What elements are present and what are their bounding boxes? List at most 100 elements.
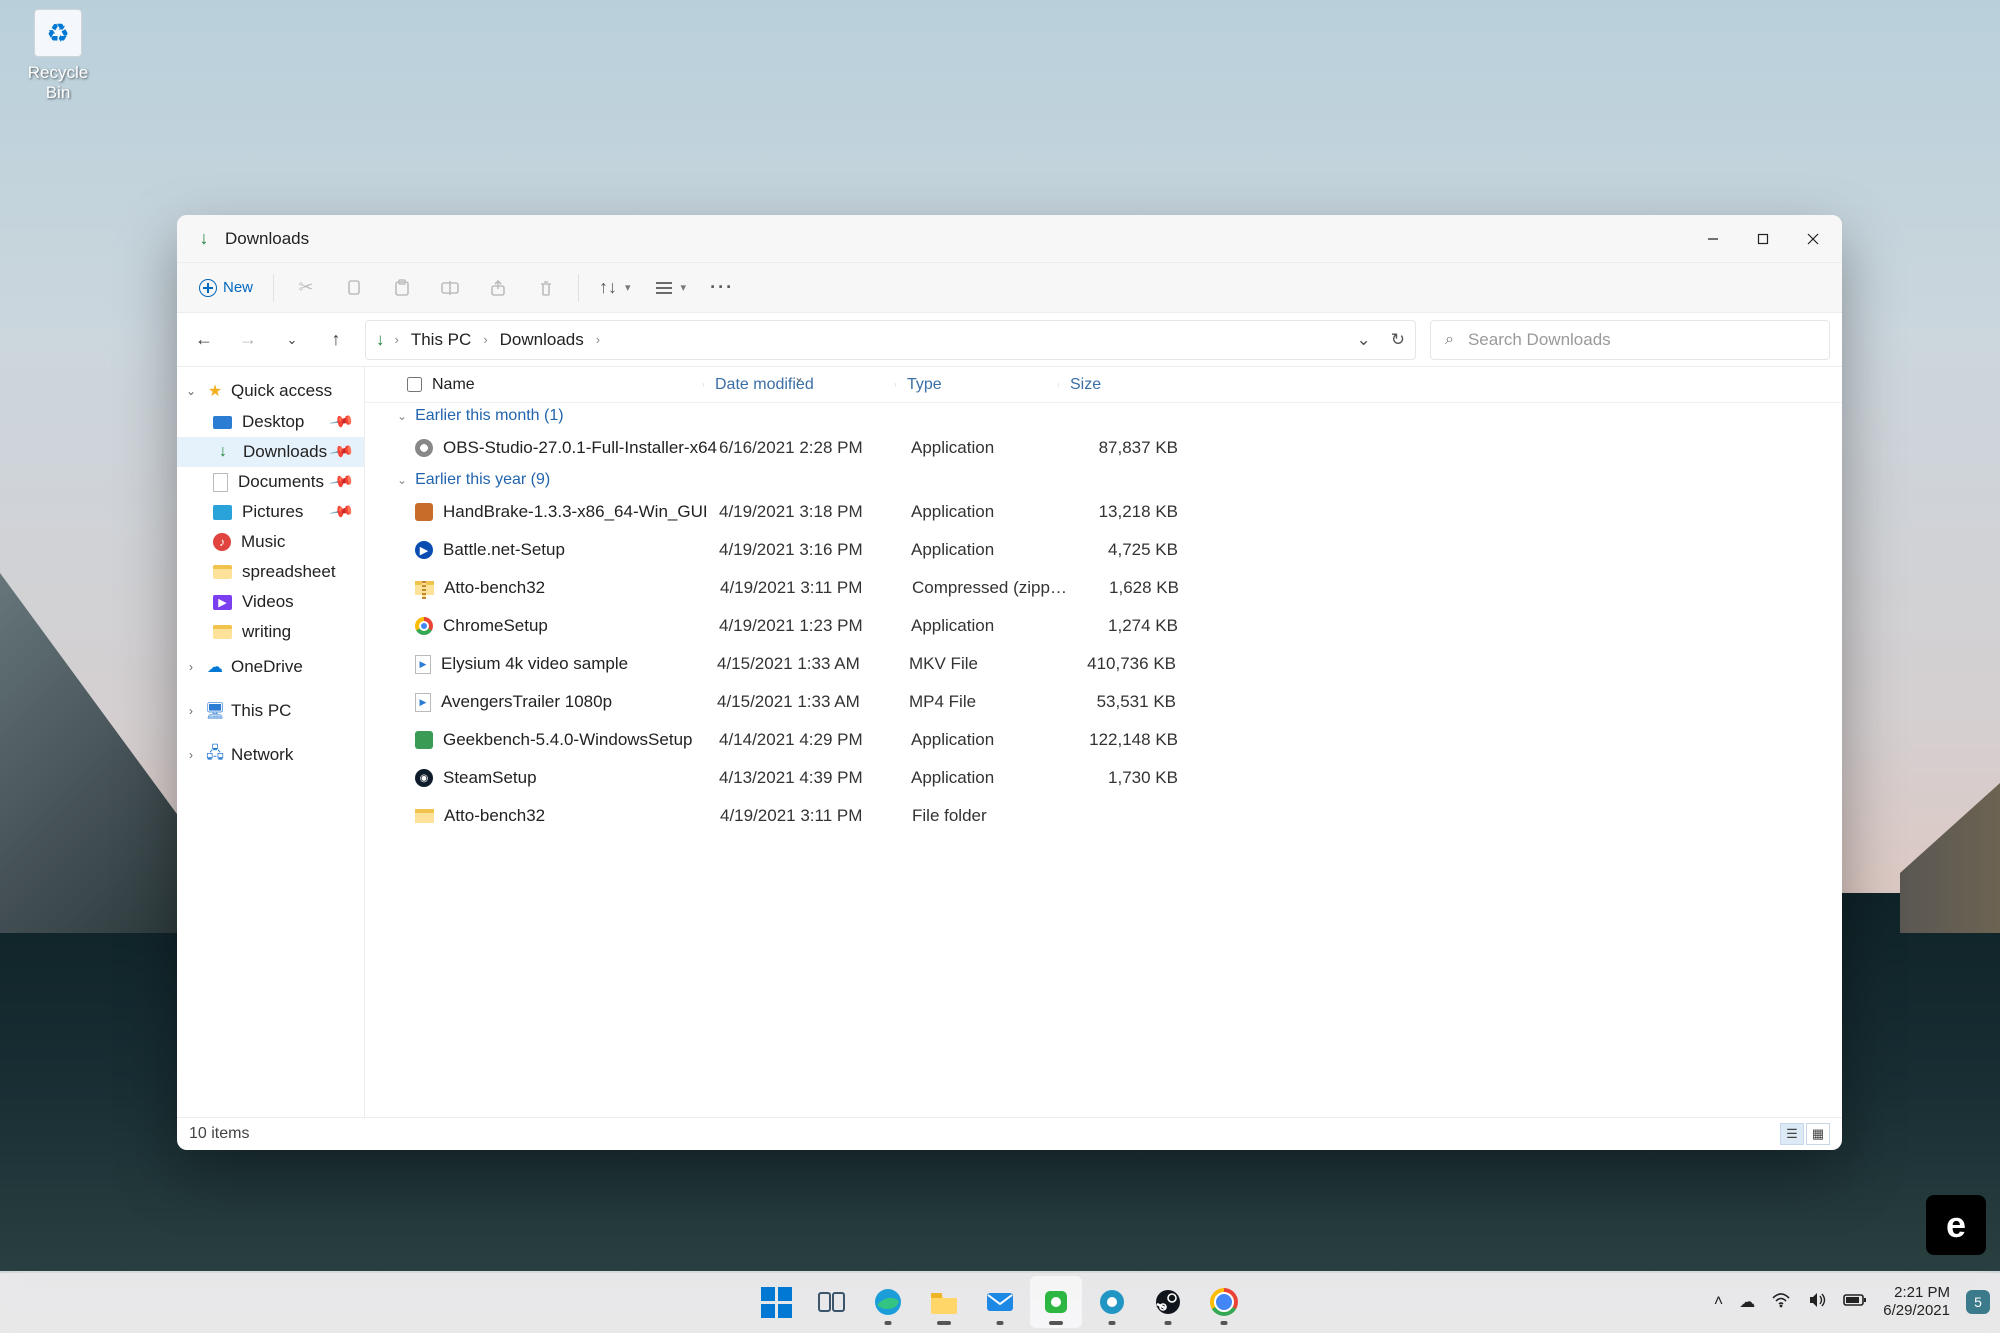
sidebar-item-music[interactable]: ♪Music <box>177 527 364 557</box>
sidebar-item-writing[interactable]: writing <box>177 617 364 647</box>
taskbar-clock[interactable]: 2:21 PM 6/29/2021 <box>1883 1284 1950 1320</box>
view-button[interactable]: ▾ <box>645 269 697 307</box>
file-name: Battle.net-Setup <box>443 540 719 560</box>
notification-center-button[interactable]: 5 <box>1966 1290 1990 1314</box>
file-row[interactable]: ◉SteamSetup4/13/2021 4:39 PMApplication1… <box>365 759 1842 797</box>
rename-button[interactable] <box>428 269 472 307</box>
sort-button[interactable]: ↑↓▾ <box>589 269 641 307</box>
sidebar-this-pc[interactable]: › 🖥 This PC <box>177 695 364 727</box>
column-date[interactable]: ⌄ Date modified <box>703 376 895 394</box>
file-row[interactable]: Atto-bench324/19/2021 3:11 PMCompressed … <box>365 569 1842 607</box>
file-type: Application <box>911 730 1074 750</box>
steam-button[interactable] <box>1142 1276 1194 1328</box>
volume-tray-icon[interactable] <box>1807 1291 1827 1314</box>
sidebar-item-videos[interactable]: ▶Videos <box>177 587 364 617</box>
pc-icon: 🖥 <box>205 701 225 721</box>
downloads-icon: ↓ <box>376 330 385 350</box>
wifi-tray-icon[interactable] <box>1771 1292 1791 1313</box>
delete-button[interactable] <box>524 269 568 307</box>
file-row[interactable]: AvengersTrailer 1080p4/15/2021 1:33 AMMP… <box>365 683 1842 721</box>
maximize-button[interactable] <box>1738 216 1788 262</box>
recent-locations-button[interactable]: ⌄ <box>277 325 307 355</box>
sidebar-item-pictures[interactable]: Pictures📌 <box>177 497 364 527</box>
file-row[interactable]: OBS-Studio-27.0.1-Full-Installer-x646/16… <box>365 429 1842 467</box>
chrome-button[interactable] <box>1198 1276 1250 1328</box>
app-tools-button[interactable] <box>1086 1276 1138 1328</box>
file-name: Geekbench-5.4.0-WindowsSetup <box>443 730 719 750</box>
file-date: 4/19/2021 3:11 PM <box>720 806 912 826</box>
close-button[interactable] <box>1788 216 1838 262</box>
quick-access-header[interactable]: ⌄ ★ Quick access <box>177 375 364 407</box>
share-icon <box>489 279 507 297</box>
sidebar-onedrive[interactable]: › ☁ OneDrive <box>177 651 364 683</box>
column-size[interactable]: Size <box>1058 376 1176 394</box>
minimize-button[interactable] <box>1688 216 1738 262</box>
file-explorer-button[interactable] <box>918 1276 970 1328</box>
details-view-button[interactable]: ☰ <box>1780 1123 1804 1145</box>
breadcrumb-chevron[interactable]: › <box>594 332 602 347</box>
pin-icon: 📌 <box>328 438 356 466</box>
edge-button[interactable] <box>862 1276 914 1328</box>
file-row[interactable]: Elysium 4k video sample4/15/2021 1:33 AM… <box>365 645 1842 683</box>
app-green-button[interactable] <box>1030 1276 1082 1328</box>
up-button[interactable]: ↑ <box>321 325 351 355</box>
sidebar-item-documents[interactable]: Documents📌 <box>177 467 364 497</box>
address-dropdown-button[interactable]: ⌄ <box>1357 330 1371 350</box>
search-box[interactable]: ⌕ <box>1430 320 1830 360</box>
chevron-down-icon: ▾ <box>681 281 687 294</box>
back-button[interactable]: ← <box>189 325 219 355</box>
sidebar-item-label: Videos <box>242 592 294 612</box>
file-type: Application <box>911 540 1074 560</box>
titlebar[interactable]: ↓ Downloads <box>177 215 1842 263</box>
mail-button[interactable] <box>974 1276 1026 1328</box>
share-button[interactable] <box>476 269 520 307</box>
recycle-bin-icon <box>34 9 82 57</box>
column-name[interactable]: Name <box>395 376 703 394</box>
new-button[interactable]: New <box>189 269 263 307</box>
file-list-pane: Name ⌄ Date modified Type Size ⌄Earlier … <box>365 367 1842 1117</box>
thumbnails-view-button[interactable]: ▦ <box>1806 1123 1830 1145</box>
window-title: Downloads <box>225 229 309 249</box>
file-list[interactable]: ⌄Earlier this month (1)OBS-Studio-27.0.1… <box>365 403 1842 1117</box>
sidebar-item-desktop[interactable]: Desktop📌 <box>177 407 364 437</box>
chrome-icon <box>1210 1288 1238 1316</box>
file-row[interactable]: ▶Battle.net-Setup4/19/2021 3:16 PMApplic… <box>365 531 1842 569</box>
file-type: MKV File <box>909 654 1072 674</box>
tray-overflow-button[interactable]: ˄ <box>1714 1293 1723 1311</box>
file-row[interactable]: Geekbench-5.4.0-WindowsSetup4/14/2021 4:… <box>365 721 1842 759</box>
search-input[interactable] <box>1468 330 1815 350</box>
file-name: Atto-bench32 <box>444 806 720 826</box>
forward-button[interactable]: → <box>233 325 263 355</box>
group-header[interactable]: ⌄Earlier this year (9) <box>365 467 1842 493</box>
task-view-icon <box>817 1290 847 1314</box>
sidebar-item-downloads[interactable]: ↓Downloads📌 <box>177 437 364 467</box>
file-name: Atto-bench32 <box>444 578 720 598</box>
column-type[interactable]: Type <box>895 376 1058 394</box>
copy-button[interactable] <box>332 269 376 307</box>
task-view-button[interactable] <box>806 1276 858 1328</box>
more-button[interactable]: ··· <box>700 269 744 307</box>
select-all-checkbox[interactable] <box>407 377 422 392</box>
paste-button[interactable] <box>380 269 424 307</box>
file-name: AvengersTrailer 1080p <box>441 692 717 712</box>
refresh-button[interactable]: ↻ <box>1391 330 1405 350</box>
onedrive-tray-icon[interactable]: ☁ <box>1739 1292 1755 1312</box>
file-row[interactable]: HandBrake-1.3.3-x86_64-Win_GUI4/19/2021 … <box>365 493 1842 531</box>
recycle-bin-desktop-icon[interactable]: Recycle Bin <box>18 5 98 103</box>
breadcrumb-chevron[interactable]: › <box>481 332 489 347</box>
breadcrumb-chevron[interactable]: › <box>393 332 401 347</box>
file-row[interactable]: Atto-bench324/19/2021 3:11 PMFile folder <box>365 797 1842 835</box>
cut-button[interactable]: ✂ <box>284 269 328 307</box>
breadcrumb-downloads[interactable]: Downloads <box>494 328 590 352</box>
sidebar-item-label: writing <box>242 622 291 642</box>
sidebar-network[interactable]: › 🖧 Network <box>177 739 364 771</box>
start-button[interactable] <box>750 1276 802 1328</box>
wallpaper-hill <box>1900 783 2000 933</box>
address-bar[interactable]: ↓ › This PC › Downloads › ⌄ ↻ <box>365 320 1416 360</box>
group-header[interactable]: ⌄Earlier this month (1) <box>365 403 1842 429</box>
sidebar-item-spreadsheet[interactable]: spreadsheet <box>177 557 364 587</box>
breadcrumb-this-pc[interactable]: This PC <box>405 328 477 352</box>
battery-tray-icon[interactable] <box>1843 1293 1867 1312</box>
taskbar[interactable]: ˄ ☁ 2:21 PM 6/29/2021 5 <box>0 1271 2000 1333</box>
file-row[interactable]: ChromeSetup4/19/2021 1:23 PMApplication1… <box>365 607 1842 645</box>
